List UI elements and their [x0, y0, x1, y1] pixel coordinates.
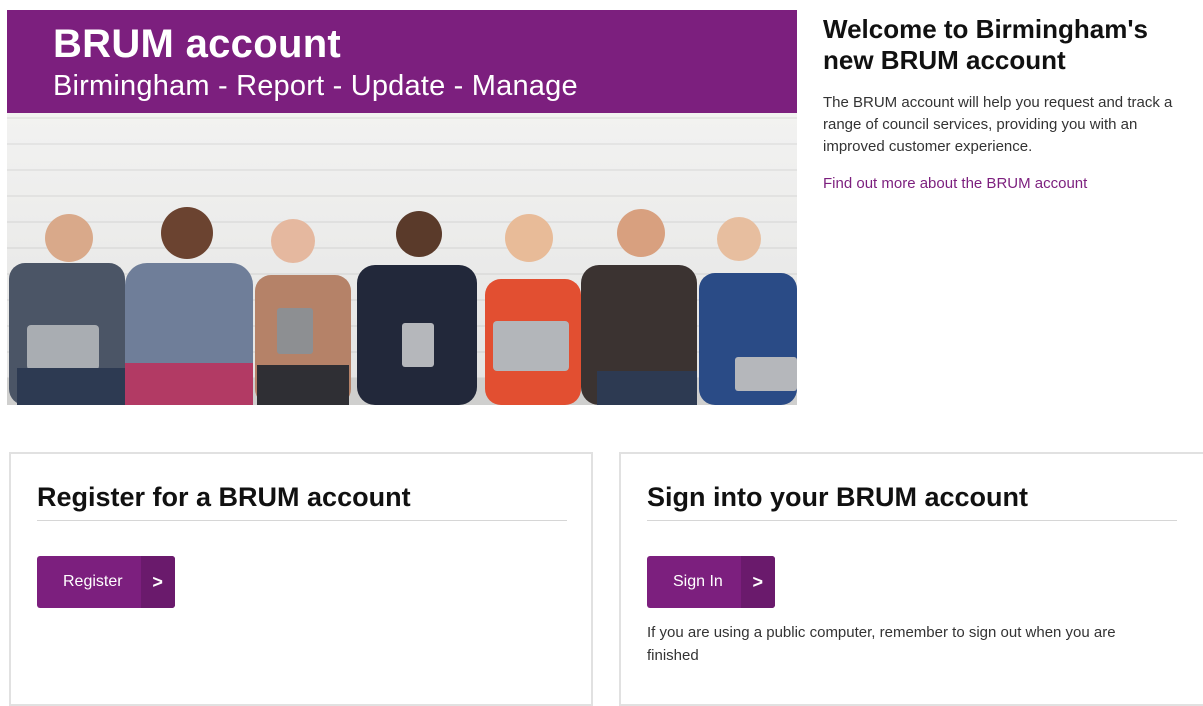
- person-4: [357, 211, 477, 405]
- welcome-panel: Welcome to Birmingham's new BRUM account…: [823, 14, 1193, 192]
- signin-heading: Sign into your BRUM account: [647, 482, 1028, 512]
- welcome-body: The BRUM account will help you request a…: [823, 94, 1173, 155]
- register-button[interactable]: Register >: [37, 556, 175, 608]
- register-divider: [37, 520, 567, 521]
- person-6: [581, 209, 697, 405]
- signin-button-label: Sign In: [673, 573, 723, 590]
- public-computer-note: If you are using a public computer, reme…: [647, 624, 1116, 664]
- signin-divider: [647, 520, 1177, 521]
- register-button-label: Register: [63, 573, 123, 590]
- find-out-more-link[interactable]: Find out more about the BRUM account: [823, 175, 1193, 192]
- hero-title: BRUM account: [53, 22, 342, 66]
- person-3: [255, 219, 351, 405]
- hero-banner: BRUM account Birmingham - Report - Updat…: [7, 10, 797, 405]
- hero-photo: [7, 113, 797, 405]
- chevron-right-icon: >: [140, 556, 175, 608]
- welcome-heading: Welcome to Birmingham's new BRUM account: [823, 14, 1148, 75]
- hero-subtitle: Birmingham - Report - Update - Manage: [53, 70, 578, 102]
- register-card: Register for a BRUM account Register >: [9, 452, 593, 706]
- person-7: [699, 217, 797, 405]
- person-5: [485, 214, 581, 405]
- register-heading: Register for a BRUM account: [37, 482, 411, 512]
- signin-button[interactable]: Sign In >: [647, 556, 775, 608]
- person-2: [125, 207, 253, 405]
- hero-title-band: BRUM account Birmingham - Report - Updat…: [7, 10, 797, 113]
- chevron-right-icon: >: [740, 556, 775, 608]
- person-1: [9, 214, 127, 405]
- signin-card: Sign into your BRUM account Sign In > If…: [619, 452, 1203, 706]
- people-photo-illustration: [7, 207, 797, 405]
